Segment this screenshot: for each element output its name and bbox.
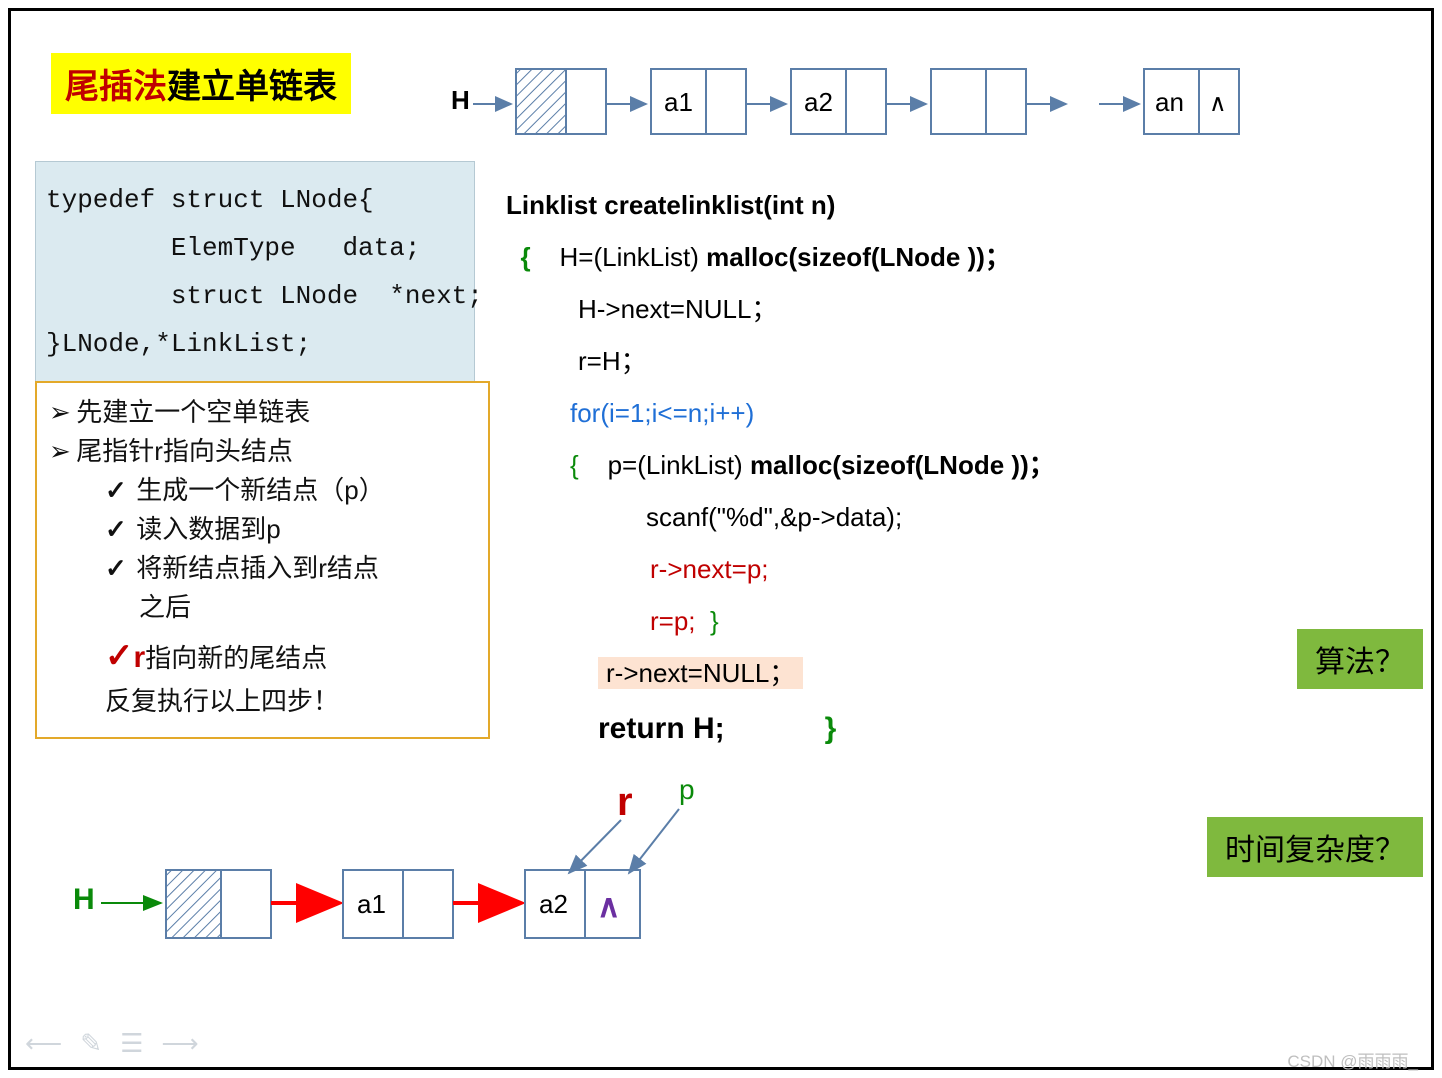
typedef-l1: typedef struct LNode{ bbox=[46, 176, 464, 224]
check-icon: ✓ bbox=[105, 510, 129, 549]
code-null: r->next=NULL； bbox=[598, 647, 1055, 699]
step-2: ➢ 尾指针r指向头结点 bbox=[49, 432, 476, 471]
triangle-icon: ➢ bbox=[49, 432, 69, 471]
check-icon-red: ✓ bbox=[105, 637, 134, 675]
label-H-top: H bbox=[451, 85, 470, 115]
code-p1: { p=(LinkList) malloc(sizeof(LNode ))； bbox=[506, 439, 1055, 491]
slide-frame: 尾插法建立单链表 H a1 a2 bbox=[8, 8, 1434, 1070]
arrow-left-icon[interactable]: ⟵ bbox=[25, 1028, 62, 1059]
code-rp: r=p; } bbox=[506, 595, 1055, 647]
label-a2-bot: a2 bbox=[539, 889, 568, 919]
title-red: 尾插法 bbox=[65, 68, 167, 106]
typedef-l2: ElemType data; bbox=[46, 224, 464, 272]
typedef-box: typedef struct LNode{ ElemType data; str… bbox=[35, 161, 475, 383]
code-l2: H->next=NULL； bbox=[578, 283, 1055, 335]
label-caret-bot: ∧ bbox=[597, 888, 620, 924]
label-H-bot: H bbox=[73, 883, 95, 916]
nav-controls: ⟵ ✎ ☰ ⟶ bbox=[25, 1028, 199, 1059]
time-complexity-label: 时间复杂度？ bbox=[1207, 817, 1423, 877]
pen-icon[interactable]: ✎ bbox=[80, 1028, 102, 1059]
label-an-top: an bbox=[1155, 87, 1184, 117]
code-l3: r=H； bbox=[578, 335, 1055, 387]
label-a1-bot: a1 bbox=[357, 889, 386, 919]
step-c1: ✓ 生成一个新结点（p） bbox=[105, 471, 476, 510]
step-c3: ✓ 将新结点插入到r结点 bbox=[105, 549, 476, 588]
label-a1-top: a1 bbox=[664, 87, 693, 117]
code-sig: Linklist createlinklist(int n) bbox=[506, 179, 1055, 231]
step-c2: ✓ 读入数据到p bbox=[105, 510, 476, 549]
code-l1: { H=(LinkList) malloc(sizeof(LNode ))； bbox=[506, 231, 1055, 283]
step-c3b: 之后 bbox=[139, 588, 476, 627]
step-r1: ✓r指向新的尾结点 bbox=[105, 631, 476, 682]
label-r: r bbox=[617, 780, 633, 824]
code-for: for(i=1;i<=n;i++) bbox=[570, 387, 1055, 439]
code-block: Linklist createlinklist(int n) { H=(Link… bbox=[506, 179, 1055, 759]
linked-list-diagram-bottom: r p H a1 a2 ∧ bbox=[61, 765, 721, 970]
label-a2-top: a2 bbox=[804, 87, 833, 117]
typedef-l3: struct LNode *next; bbox=[46, 272, 464, 320]
arrow-right-icon[interactable]: ⟶ bbox=[161, 1028, 198, 1059]
watermark: CSDN @雨雨雨_ bbox=[1287, 1047, 1418, 1072]
title-box: 尾插法建立单链表 bbox=[51, 53, 351, 114]
check-icon: ✓ bbox=[105, 471, 129, 510]
linked-list-diagram-top: H a1 a2 an ∧ bbox=[451, 59, 1281, 154]
label-caret-top: ∧ bbox=[1209, 90, 1227, 117]
list-icon[interactable]: ☰ bbox=[120, 1028, 143, 1059]
title-black: 建立单链表 bbox=[167, 68, 337, 106]
typedef-l4: }LNode,*LinkList; bbox=[46, 320, 464, 368]
algorithm-label: 算法？ bbox=[1297, 629, 1423, 689]
step-1: ➢ 先建立一个空单链表 bbox=[49, 393, 476, 432]
triangle-icon: ➢ bbox=[49, 393, 69, 432]
code-rn: r->next=p; bbox=[650, 543, 1055, 595]
check-icon: ✓ bbox=[105, 549, 129, 588]
step-r2: 反复执行以上四步！ bbox=[105, 682, 476, 721]
label-p: p bbox=[679, 774, 695, 805]
steps-box: ➢ 先建立一个空单链表 ➢ 尾指针r指向头结点 ✓ 生成一个新结点（p） ✓ 读… bbox=[35, 381, 490, 739]
code-ret: return H;} bbox=[506, 699, 1055, 759]
code-scan: scanf("%d",&p->data); bbox=[646, 491, 1055, 543]
